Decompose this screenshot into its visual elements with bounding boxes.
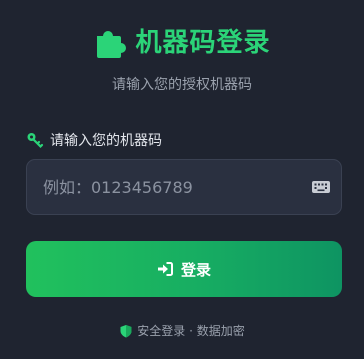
login-button[interactable]: 登录 <box>26 241 342 297</box>
machine-code-label-text: 请输入您的机器码 <box>50 133 162 149</box>
login-header: 机器码登录 <box>0 26 364 60</box>
machine-code-input[interactable] <box>27 160 297 214</box>
security-note-text: 安全登录 · 数据加密 <box>137 324 245 338</box>
login-button-label: 登录 <box>180 260 211 279</box>
sign-in-icon <box>157 262 173 276</box>
shield-icon <box>120 324 132 337</box>
keyboard-icon[interactable] <box>311 178 331 196</box>
page-subtitle: 请输入您的授权机器码 <box>112 77 252 93</box>
security-note: 安全登录 · 数据加密 <box>0 322 364 339</box>
key-icon <box>27 133 44 149</box>
page-title: 机器码登录 <box>135 28 271 58</box>
machine-code-label: 请输入您的机器码 <box>26 130 162 150</box>
puzzle-icon <box>97 31 127 58</box>
machine-code-field[interactable] <box>26 159 342 215</box>
